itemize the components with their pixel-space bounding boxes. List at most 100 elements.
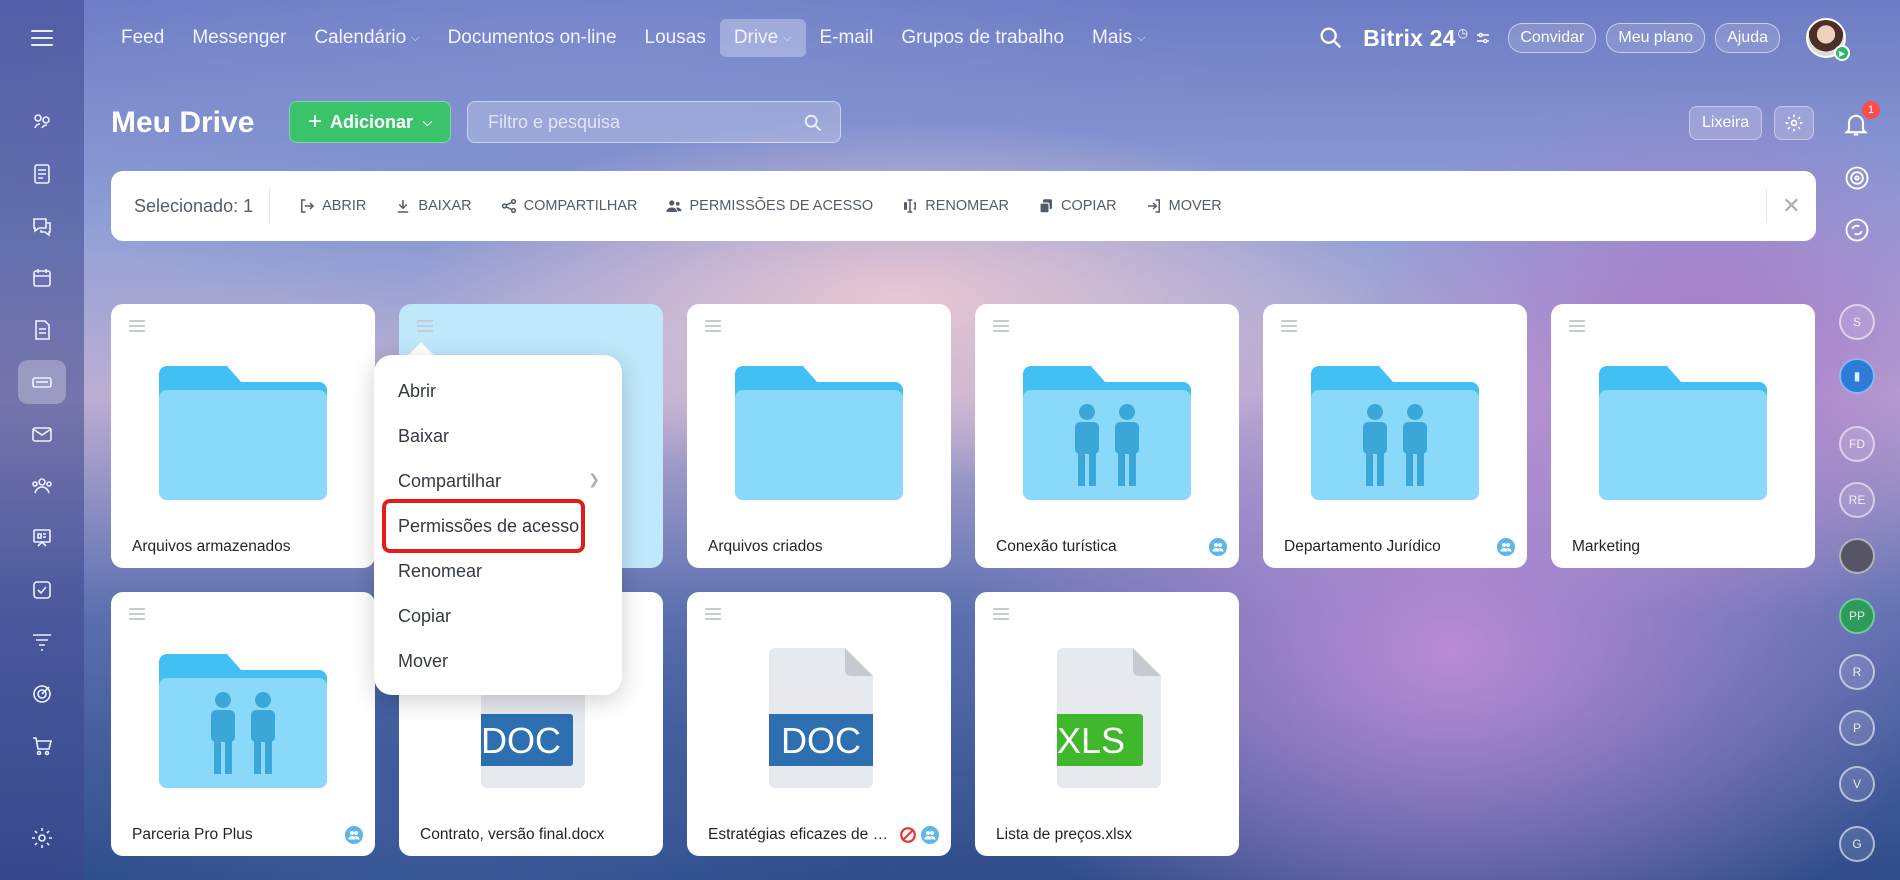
sidebar-item-sites[interactable] (18, 516, 66, 560)
toolbar-share-button[interactable]: COMPARTILHAR (500, 197, 637, 215)
play-icon: ▶ (1834, 45, 1850, 61)
sidebar-item-shop[interactable] (18, 724, 66, 768)
menu-item-move[interactable]: Mover (398, 651, 448, 672)
chat-sync-icon[interactable] (1843, 216, 1871, 244)
my-plan-button[interactable]: Meu plano (1606, 23, 1706, 53)
nav-item-feed[interactable]: Feed (107, 19, 178, 57)
search-icon[interactable] (1317, 24, 1345, 52)
right-chat-avatar[interactable]: RE (1839, 482, 1875, 518)
toolbar-rename-button[interactable]: RENOMEAR (901, 197, 1009, 215)
crm-icon (34, 114, 50, 129)
drag-handle-icon[interactable] (1281, 320, 1297, 335)
drag-handle-icon[interactable] (417, 320, 433, 335)
share-icon (501, 198, 516, 214)
nav-item-drive[interactable]: Drive ⌵ (719, 19, 806, 57)
search-field[interactable] (467, 101, 841, 143)
sidebar-item-documents[interactable] (18, 308, 66, 352)
selected-count: Selecionado: 1 (134, 189, 271, 223)
drag-handle-icon[interactable] (705, 320, 721, 335)
right-chat-avatar[interactable]: S (1839, 304, 1875, 340)
toolbar-copy-button[interactable]: COPIAR (1037, 197, 1117, 215)
menu-item-open[interactable]: Abrir (398, 381, 436, 402)
bookmark-icon[interactable]: ▮ (1839, 358, 1875, 394)
right-chat-avatar[interactable]: FD (1839, 426, 1875, 462)
sidebar-item-chat[interactable] (18, 204, 66, 248)
nav-label: Mais (1092, 27, 1133, 48)
drag-handle-icon[interactable] (993, 608, 1009, 623)
brand-name: Bitrix (1363, 24, 1424, 51)
shared-folder-icon (159, 654, 327, 788)
search-icon[interactable] (802, 112, 824, 134)
nav-item-workgroups[interactable]: Grupos de trabalho (887, 19, 1078, 57)
right-chat-avatar[interactable]: P (1839, 710, 1875, 746)
toolbar-download-button[interactable]: BAIXAR (394, 197, 472, 215)
toolbar-label: MOVER (1168, 198, 1222, 214)
right-chat-avatar[interactable]: G (1839, 826, 1875, 862)
sidebar-item-goals[interactable] (18, 672, 66, 716)
close-icon[interactable]: ✕ (1766, 189, 1816, 223)
sidebar-item-crm[interactable] (18, 100, 66, 144)
right-chat-avatar[interactable]: V (1839, 766, 1875, 802)
toolbar-open-button[interactable]: ABRIR (298, 197, 366, 215)
menu-item-download[interactable]: Baixar (398, 426, 449, 447)
clock-icon: ◷ (1457, 25, 1469, 40)
sidebar-item-groups[interactable] (18, 464, 66, 508)
selection-toolbar: Selecionado: 1 ABRIR BAIXAR COMPARTILHAR… (111, 171, 1816, 241)
right-chat-avatar[interactable]: R (1839, 654, 1875, 690)
search-input[interactable] (488, 111, 788, 133)
tile-name: Lista de preços.xlsx (996, 826, 1133, 843)
add-button[interactable]: + Adicionar ⌵ (289, 101, 452, 143)
nav-item-messenger[interactable]: Messenger (178, 19, 300, 57)
tile-folder[interactable]: Arquivos armazenados (111, 304, 375, 568)
drag-handle-icon[interactable] (129, 320, 145, 335)
rename-icon (904, 199, 917, 213)
sidebar-item-calendar[interactable] (18, 256, 66, 300)
nav-item-more[interactable]: Mais ⌵ (1078, 19, 1159, 57)
chevron-down-icon: ⌵ (783, 31, 792, 44)
tile-shared-folder[interactable]: Departamento Jurídico (1263, 304, 1527, 568)
tile-file[interactable]: DOC Estratégias eficazes de m... (687, 592, 951, 856)
sidebar-item-mail[interactable] (18, 412, 66, 456)
tile-file[interactable]: XLS Lista de preços.xlsx (975, 592, 1239, 856)
drag-handle-icon[interactable] (993, 320, 1009, 335)
tile-shared-folder[interactable]: Conexão turística (975, 304, 1239, 568)
page-title: Meu Drive (111, 106, 255, 139)
nav-item-online-docs[interactable]: Documentos on-line (434, 19, 631, 57)
toolbar-move-button[interactable]: MOVER (1145, 197, 1222, 215)
avatar[interactable]: ▶ (1806, 18, 1850, 61)
help-button[interactable]: Ajuda (1715, 23, 1780, 53)
sidebar-item-drive[interactable] (18, 360, 66, 404)
drive-settings-button[interactable] (1774, 106, 1814, 140)
menu-item-copy[interactable]: Copiar (398, 606, 451, 627)
sidebar-settings[interactable] (18, 816, 66, 860)
doc-file-icon: DOC (769, 648, 873, 788)
nav-item-boards[interactable]: Lousas (631, 19, 720, 57)
sliders-icon[interactable] (1474, 29, 1492, 47)
chevron-down-icon: ⌵ (423, 114, 433, 129)
toolbar-label: ABRIR (322, 198, 367, 214)
tile-folder[interactable]: Arquivos criados (687, 304, 951, 568)
tile-name: Estratégias eficazes de m... (708, 826, 898, 843)
drag-handle-icon[interactable] (1569, 320, 1585, 335)
tile-shared-folder[interactable]: Parceria Pro Plus (111, 592, 375, 856)
nav-item-calendar[interactable]: Calendário ⌵ (300, 19, 433, 57)
drag-handle-icon[interactable] (705, 608, 721, 623)
trash-button[interactable]: Lixeira (1689, 106, 1763, 140)
copilot-icon[interactable] (1843, 164, 1871, 192)
nav-item-email[interactable]: E-mail (806, 19, 888, 57)
drag-handle-icon[interactable] (129, 608, 145, 623)
tile-folder[interactable]: Marketing (1551, 304, 1815, 568)
hamburger-menu-icon[interactable] (27, 25, 57, 49)
invite-button[interactable]: Convidar (1508, 23, 1597, 53)
shared-folder-icon (1023, 366, 1191, 500)
funnel-icon (33, 634, 51, 651)
sidebar-item-marketing[interactable] (18, 620, 66, 664)
sidebar-item-tasks[interactable] (18, 568, 66, 612)
menu-item-share[interactable]: Compartilhar (398, 471, 501, 492)
folder-icon (1599, 366, 1767, 500)
toolbar-permissions-button[interactable]: PERMISSÕES DE ACESSO (665, 197, 873, 215)
right-chat-image-avatar[interactable] (1839, 538, 1875, 574)
right-chat-avatar[interactable]: PP (1839, 598, 1875, 634)
menu-item-rename[interactable]: Renomear (398, 561, 482, 582)
sidebar-item-tasks-list[interactable] (18, 152, 66, 196)
